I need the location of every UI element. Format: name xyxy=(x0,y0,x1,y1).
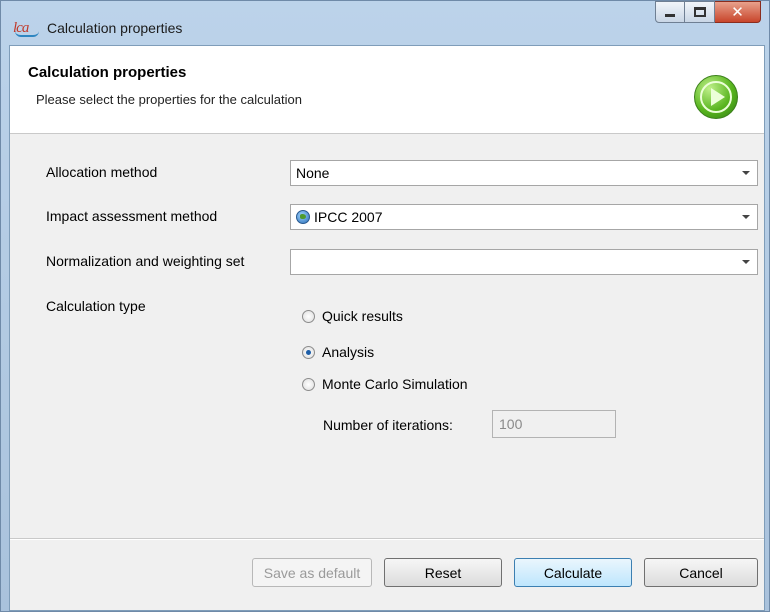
calculation-type-label: Calculation type xyxy=(46,298,146,314)
globe-icon xyxy=(296,210,310,224)
impact-method-value: IPCC 2007 xyxy=(314,209,383,225)
radio-label: Analysis xyxy=(322,344,375,360)
dialog-header-subtitle: Please select the properties for the cal… xyxy=(36,92,302,107)
dialog-client-area: Calculation properties Please select the… xyxy=(9,45,765,611)
reset-button[interactable]: Reset xyxy=(384,558,502,587)
radio-monte-carlo[interactable]: Monte Carlo Simulation xyxy=(302,376,468,392)
chevron-down-icon[interactable] xyxy=(735,161,757,185)
maximize-button[interactable] xyxy=(685,1,715,23)
footer-divider-highlight xyxy=(10,539,764,540)
allocation-method-value: None xyxy=(296,165,330,181)
allocation-method-label: Allocation method xyxy=(46,164,158,180)
dialog-header: Calculation properties Please select the… xyxy=(10,46,764,134)
title-bar[interactable]: lca Calculation properties ✕ xyxy=(1,1,770,45)
save-as-default-button[interactable]: Save as default xyxy=(252,558,372,587)
radio-analysis[interactable]: Analysis xyxy=(302,344,374,360)
radio-quick-results[interactable]: Quick results xyxy=(302,308,403,324)
close-icon: ✕ xyxy=(731,3,744,21)
radio-label: Monte Carlo Simulation xyxy=(322,376,468,392)
app-logo: lca xyxy=(13,19,39,37)
radio-label: Quick results xyxy=(322,308,403,324)
dialog-header-title: Calculation properties xyxy=(28,64,187,81)
cancel-button[interactable]: Cancel xyxy=(644,558,758,587)
chevron-down-icon[interactable] xyxy=(735,205,757,229)
window-title: Calculation properties xyxy=(47,20,183,36)
radio-button[interactable] xyxy=(302,377,315,391)
impact-method-select[interactable]: IPCC 2007 xyxy=(290,204,758,230)
impact-method-label: Impact assessment method xyxy=(46,208,218,224)
minimize-icon xyxy=(656,2,684,22)
normalization-label: Normalization and weighting set xyxy=(46,253,245,269)
chevron-down-icon[interactable] xyxy=(735,250,757,274)
minimize-button[interactable] xyxy=(655,1,685,23)
normalization-select[interactable] xyxy=(290,249,758,275)
radio-button[interactable] xyxy=(302,309,315,323)
iterations-label: Number of iterations: xyxy=(323,417,453,433)
iterations-input[interactable]: 100 xyxy=(492,410,616,438)
play-icon xyxy=(694,75,738,119)
window-controls: ✕ xyxy=(655,1,761,23)
allocation-method-select[interactable]: None xyxy=(290,160,758,186)
window-frame: lca Calculation properties ✕ Calculation… xyxy=(0,0,770,612)
radio-button[interactable] xyxy=(302,345,315,359)
close-button[interactable]: ✕ xyxy=(715,1,761,23)
calculate-button[interactable]: Calculate xyxy=(514,558,632,587)
maximize-icon xyxy=(685,2,714,22)
